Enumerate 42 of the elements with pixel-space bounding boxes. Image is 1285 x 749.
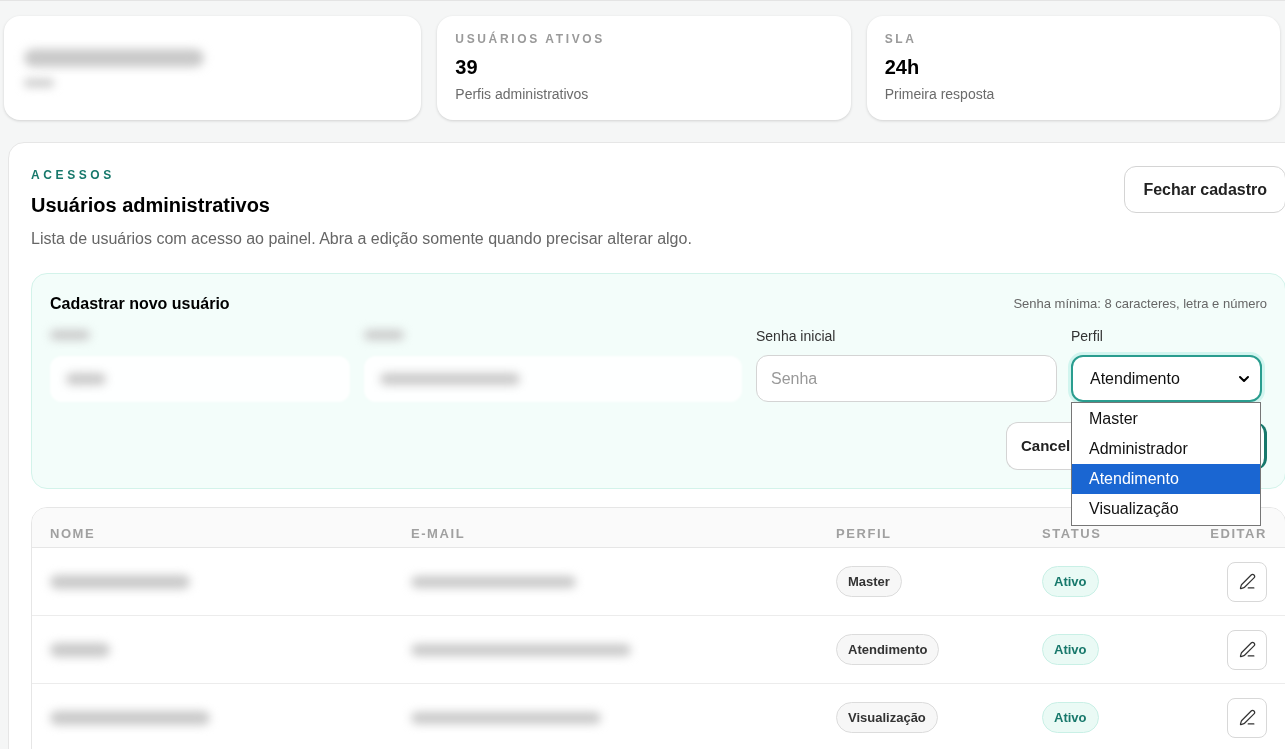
section-title: Usuários administrativos [31,193,271,218]
profile-tag: Atendimento [836,633,940,666]
stat-caption: Perfis administrativos [455,85,590,104]
column-header: EDITAR [1209,527,1267,540]
form-title: Cadastrar novo usuário [50,294,230,314]
edit-button[interactable] [1227,697,1267,738]
status-badge: Ativo [1042,701,1099,734]
stat-label: USUÁRIOS ATIVOS [455,31,606,47]
dropdown-option[interactable]: Administrador [1072,434,1260,464]
dropdown-option[interactable]: Visualização [1072,494,1260,524]
pencil-icon [1238,709,1256,726]
pencil-icon [1238,641,1256,658]
stat-caption: Primeira resposta [884,85,996,104]
close-form-button[interactable]: Fechar cadastro [1124,166,1285,213]
edit-button[interactable] [1227,561,1267,602]
password-field[interactable]: Senha [756,355,1057,402]
status-badge: Ativo [1042,633,1099,666]
profile-tag: Visualização [836,701,938,734]
section-description: Lista de usuários com acesso ao painel. Abra a edição somente quando precisar alterar algo. [31,229,692,249]
column-header: STATUS [1042,527,1103,540]
field-label: Senha inicial [756,327,837,346]
column-header: NOME [50,527,97,540]
dropdown-option[interactable]: Atendimento [1072,464,1260,494]
column-header: E-MAIL [411,527,467,540]
pencil-icon [1238,573,1256,590]
status-badge: Ativo [1042,565,1099,598]
field-label: Perfil [1071,327,1104,346]
stat-value: 24h [884,55,921,80]
column-header: PERFIL [836,527,893,540]
dropdown-option[interactable]: Master [1072,404,1260,434]
blurred-text [50,642,110,657]
stat-value: 39 [455,55,479,80]
blurred-text [364,330,404,340]
blurred-text [24,79,54,87]
blurred-text [66,373,106,385]
password-hint: Senha mínima: 8 caracteres, letra e número [1013,295,1267,314]
stat-label: SLA [884,31,918,47]
edit-button[interactable] [1227,629,1267,670]
profile-select[interactable]: Atendimento [1071,355,1262,402]
profile-tag: Master [836,565,902,598]
section-eyebrow: ACESSOS [31,167,116,183]
blurred-text [50,330,90,340]
